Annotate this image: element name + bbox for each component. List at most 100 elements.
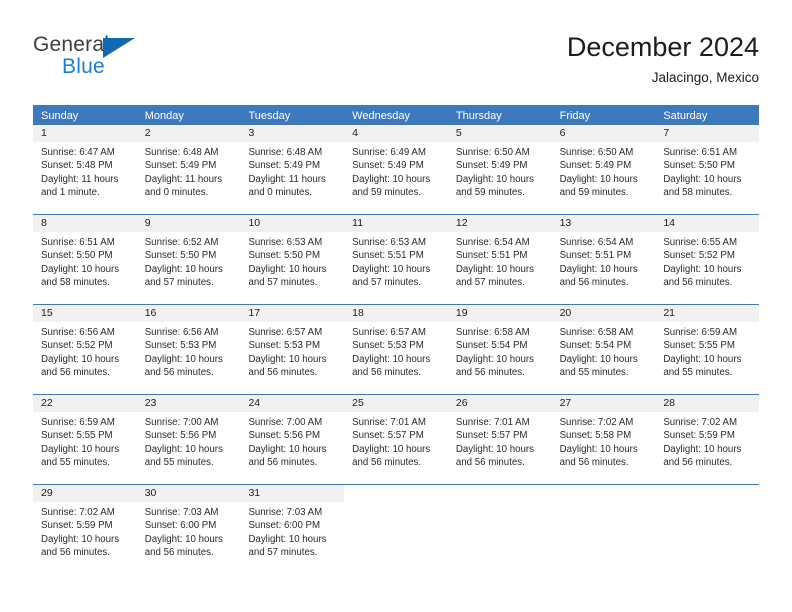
week-row: 29 Sunrise: 7:02 AM Sunset: 5:59 PM Dayl… xyxy=(33,484,760,574)
sunrise-text: Sunrise: 6:48 AM xyxy=(144,147,219,158)
day-details: Sunrise: 7:00 AM Sunset: 5:56 PM Dayligh… xyxy=(240,412,344,470)
day-details: Sunrise: 6:50 AM Sunset: 5:49 PM Dayligh… xyxy=(448,142,552,200)
day-cell[interactable]: 20 Sunrise: 6:58 AM Sunset: 5:54 PM Dayl… xyxy=(551,305,656,394)
sunset-text: Sunset: 5:49 PM xyxy=(455,160,528,172)
sunset-text: Sunset: 5:50 PM xyxy=(41,250,113,262)
day-cell[interactable]: 6 Sunrise: 6:50 AM Sunset: 5:49 PM Dayli… xyxy=(551,125,656,214)
sunrise-text: Sunrise: 7:02 AM xyxy=(663,417,738,428)
day-details: Sunrise: 6:56 AM Sunset: 5:52 PM Dayligh… xyxy=(33,322,137,380)
day-cell[interactable]: 17 Sunrise: 6:57 AM Sunset: 5:53 PM Dayl… xyxy=(240,305,345,394)
daylight-text: Daylight: 10 hours and 57 minutes. xyxy=(144,263,223,289)
day-details: Sunrise: 7:03 AM Sunset: 6:00 PM Dayligh… xyxy=(240,502,344,560)
sunset-text: Sunset: 5:57 PM xyxy=(455,430,528,442)
day-cell[interactable]: 8 Sunrise: 6:51 AM Sunset: 5:50 PM Dayli… xyxy=(33,215,137,304)
daylight-text: Daylight: 10 hours and 56 minutes. xyxy=(352,443,431,469)
logo-triangle-icon xyxy=(103,38,135,58)
day-cell[interactable]: 3 Sunrise: 6:48 AM Sunset: 5:49 PM Dayli… xyxy=(240,125,345,214)
day-details: Sunrise: 6:52 AM Sunset: 5:50 PM Dayligh… xyxy=(137,232,241,290)
sunrise-text: Sunrise: 6:59 AM xyxy=(663,327,738,338)
day-cell[interactable]: 14 Sunrise: 6:55 AM Sunset: 5:52 PM Dayl… xyxy=(655,215,760,304)
day-cell[interactable]: 24 Sunrise: 7:00 AM Sunset: 5:56 PM Dayl… xyxy=(240,395,345,484)
daylight-text: Daylight: 10 hours and 56 minutes. xyxy=(144,533,223,559)
day-cell[interactable]: 5 Sunrise: 6:50 AM Sunset: 5:49 PM Dayli… xyxy=(447,125,552,214)
day-details: Sunrise: 6:51 AM Sunset: 5:50 PM Dayligh… xyxy=(33,232,137,290)
day-cell[interactable]: 29 Sunrise: 7:02 AM Sunset: 5:59 PM Dayl… xyxy=(33,485,137,574)
sunrise-text: Sunrise: 6:47 AM xyxy=(41,147,115,158)
day-cell[interactable]: 10 Sunrise: 6:53 AM Sunset: 5:50 PM Dayl… xyxy=(240,215,345,304)
day-cell[interactable]: 2 Sunrise: 6:48 AM Sunset: 5:49 PM Dayli… xyxy=(136,125,241,214)
sunrise-text: Sunrise: 6:56 AM xyxy=(144,327,219,338)
sunset-text: Sunset: 5:55 PM xyxy=(663,340,735,352)
day-cell[interactable]: 13 Sunrise: 6:54 AM Sunset: 5:51 PM Dayl… xyxy=(551,215,656,304)
daylight-text: Daylight: 11 hours and 0 minutes. xyxy=(248,173,326,199)
daylight-text: Daylight: 10 hours and 56 minutes. xyxy=(559,443,638,469)
day-cell[interactable]: 4 Sunrise: 6:49 AM Sunset: 5:49 PM Dayli… xyxy=(344,125,448,214)
day-cell[interactable]: 25 Sunrise: 7:01 AM Sunset: 5:57 PM Dayl… xyxy=(344,395,448,484)
sunrise-text: Sunrise: 6:54 AM xyxy=(559,237,634,248)
day-number: 20 xyxy=(551,305,656,322)
day-details: Sunrise: 6:56 AM Sunset: 5:53 PM Dayligh… xyxy=(137,322,241,380)
sunrise-text: Sunrise: 7:02 AM xyxy=(41,507,115,518)
day-cell[interactable]: 7 Sunrise: 6:51 AM Sunset: 5:50 PM Dayli… xyxy=(655,125,760,214)
day-number: 17 xyxy=(240,305,345,322)
day-details: Sunrise: 6:59 AM Sunset: 5:55 PM Dayligh… xyxy=(33,412,137,470)
daylight-text: Daylight: 10 hours and 55 minutes. xyxy=(559,353,638,379)
day-number: 6 xyxy=(551,125,656,142)
day-number xyxy=(447,485,552,502)
sunrise-text: Sunrise: 6:50 AM xyxy=(559,147,634,158)
day-cell[interactable]: 21 Sunrise: 6:59 AM Sunset: 5:55 PM Dayl… xyxy=(655,305,760,394)
day-number: 7 xyxy=(655,125,760,142)
sunset-text: Sunset: 5:49 PM xyxy=(559,160,632,172)
day-number: 10 xyxy=(240,215,345,232)
day-cell[interactable]: 23 Sunrise: 7:00 AM Sunset: 5:56 PM Dayl… xyxy=(136,395,241,484)
day-cell[interactable]: 31 Sunrise: 7:03 AM Sunset: 6:00 PM Dayl… xyxy=(240,485,345,574)
day-details: Sunrise: 6:53 AM Sunset: 5:50 PM Dayligh… xyxy=(240,232,344,290)
day-cell[interactable]: 1 Sunrise: 6:47 AM Sunset: 5:48 PM Dayli… xyxy=(33,125,137,214)
day-cell[interactable]: 11 Sunrise: 6:53 AM Sunset: 5:51 PM Dayl… xyxy=(344,215,448,304)
day-number: 12 xyxy=(447,215,552,232)
day-details: Sunrise: 7:02 AM Sunset: 5:58 PM Dayligh… xyxy=(552,412,656,470)
sunset-text: Sunset: 5:51 PM xyxy=(455,250,528,262)
sunset-text: Sunset: 5:50 PM xyxy=(663,160,735,172)
day-cell[interactable]: 28 Sunrise: 7:02 AM Sunset: 5:59 PM Dayl… xyxy=(655,395,760,484)
day-cell[interactable]: 26 Sunrise: 7:01 AM Sunset: 5:57 PM Dayl… xyxy=(447,395,552,484)
day-details: Sunrise: 6:49 AM Sunset: 5:49 PM Dayligh… xyxy=(344,142,448,200)
day-details: Sunrise: 7:02 AM Sunset: 5:59 PM Dayligh… xyxy=(33,502,137,560)
day-details: Sunrise: 6:57 AM Sunset: 5:53 PM Dayligh… xyxy=(344,322,448,380)
day-cell[interactable]: 15 Sunrise: 6:56 AM Sunset: 5:52 PM Dayl… xyxy=(33,305,137,394)
day-number: 22 xyxy=(33,395,137,412)
day-cell[interactable]: 9 Sunrise: 6:52 AM Sunset: 5:50 PM Dayli… xyxy=(136,215,241,304)
sunrise-text: Sunrise: 7:02 AM xyxy=(559,417,634,428)
daylight-text: Daylight: 10 hours and 57 minutes. xyxy=(248,263,327,289)
sunset-text: Sunset: 5:58 PM xyxy=(559,430,632,442)
daylight-text: Daylight: 10 hours and 59 minutes. xyxy=(455,173,534,199)
daylight-text: Daylight: 10 hours and 55 minutes. xyxy=(144,443,223,469)
weekday-header-thursday: Thursday xyxy=(455,110,502,122)
day-cell[interactable]: 22 Sunrise: 6:59 AM Sunset: 5:55 PM Dayl… xyxy=(33,395,137,484)
day-number: 8 xyxy=(33,215,137,232)
sunrise-text: Sunrise: 6:51 AM xyxy=(663,147,738,158)
daylight-text: Daylight: 10 hours and 55 minutes. xyxy=(663,353,742,379)
day-cell[interactable]: 16 Sunrise: 6:56 AM Sunset: 5:53 PM Dayl… xyxy=(136,305,241,394)
calendar-grid: Sunday Monday Tuesday Wednesday Thursday… xyxy=(33,105,760,574)
day-cell[interactable]: 19 Sunrise: 6:58 AM Sunset: 5:54 PM Dayl… xyxy=(447,305,552,394)
day-number: 1 xyxy=(33,125,137,142)
sunrise-text: Sunrise: 7:03 AM xyxy=(144,507,219,518)
day-cell[interactable]: 30 Sunrise: 7:03 AM Sunset: 6:00 PM Dayl… xyxy=(136,485,241,574)
sunset-text: Sunset: 5:55 PM xyxy=(41,430,113,442)
logo-text-general: General xyxy=(33,33,110,56)
day-number: 11 xyxy=(344,215,448,232)
sunset-text: Sunset: 5:52 PM xyxy=(41,340,113,352)
day-details: Sunrise: 6:57 AM Sunset: 5:53 PM Dayligh… xyxy=(240,322,344,380)
sunrise-text: Sunrise: 6:50 AM xyxy=(455,147,530,158)
day-cell[interactable]: 18 Sunrise: 6:57 AM Sunset: 5:53 PM Dayl… xyxy=(344,305,448,394)
day-cell[interactable]: 27 Sunrise: 7:02 AM Sunset: 5:58 PM Dayl… xyxy=(551,395,656,484)
day-cell[interactable]: 12 Sunrise: 6:54 AM Sunset: 5:51 PM Dayl… xyxy=(447,215,552,304)
day-details: Sunrise: 7:00 AM Sunset: 5:56 PM Dayligh… xyxy=(137,412,241,470)
daylight-text: Daylight: 10 hours and 56 minutes. xyxy=(455,353,534,379)
day-details: Sunrise: 6:58 AM Sunset: 5:54 PM Dayligh… xyxy=(448,322,552,380)
sunset-text: Sunset: 5:49 PM xyxy=(144,160,217,172)
day-cell-empty xyxy=(655,485,760,574)
daylight-text: Daylight: 11 hours and 1 minute. xyxy=(41,173,119,199)
sunrise-text: Sunrise: 6:59 AM xyxy=(41,417,115,428)
